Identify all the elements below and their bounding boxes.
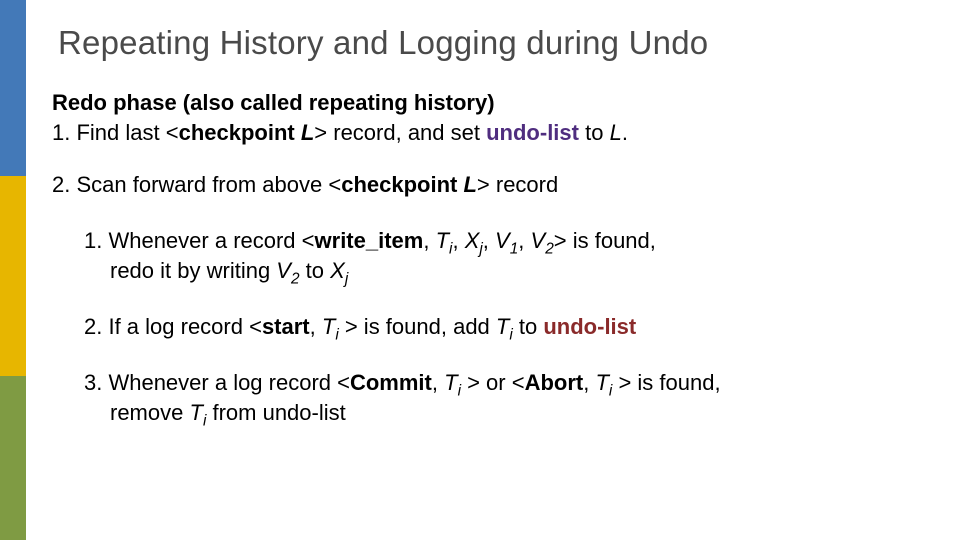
substep-1-line1: 1. Whenever a record <write_item, Ti, Xj… <box>52 228 920 254</box>
accent-bar-gold <box>0 176 26 376</box>
substep-2: 2. If a log record <start, Ti > is found… <box>52 314 920 340</box>
accent-bar-blue <box>0 0 26 176</box>
redo-heading: Redo phase (also called repeating histor… <box>52 90 920 116</box>
slide-body: Redo phase (also called repeating histor… <box>52 90 920 430</box>
substep-1-line2: redo it by writing V2 to Xj <box>52 258 920 284</box>
substep-3-line2: remove Ti from undo-list <box>52 400 920 426</box>
slide: Repeating History and Logging during Und… <box>0 0 960 540</box>
slide-title: Repeating History and Logging during Und… <box>58 24 708 62</box>
accent-bar-olive <box>0 376 26 540</box>
substep-3-line1: 3. Whenever a log record <Commit, Ti > o… <box>52 370 920 396</box>
step-2: 2. Scan forward from above <checkpoint L… <box>52 172 920 198</box>
step-1: 1. Find last <checkpoint L> record, and … <box>52 120 920 146</box>
